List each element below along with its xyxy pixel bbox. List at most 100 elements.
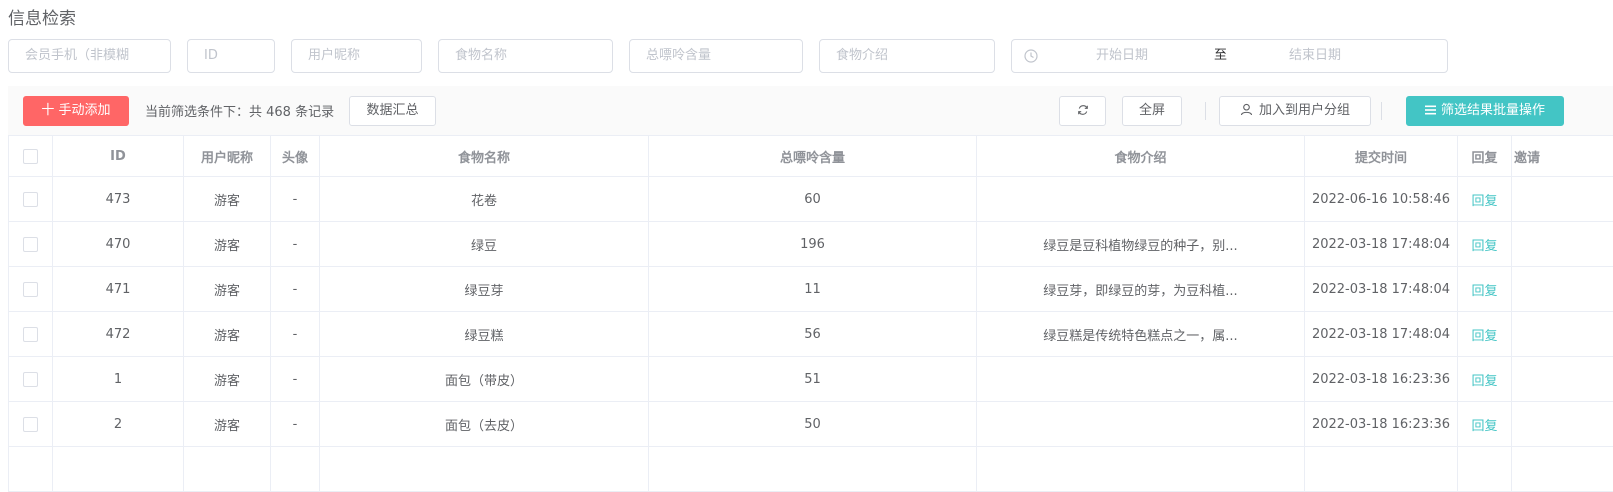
header-purine: 总嘌呤含量	[649, 136, 977, 177]
cell-food-name: 绿豆	[320, 222, 649, 267]
user-icon	[1240, 103, 1253, 116]
row-checkbox-cell[interactable]	[9, 267, 53, 312]
nickname-filter-input[interactable]: 用户昵称	[291, 39, 422, 73]
page-title: 信息检索	[8, 4, 76, 29]
row-checkbox-cell[interactable]	[9, 222, 53, 267]
header-extra: 邀请	[1512, 136, 1613, 177]
cell-avatar: -	[271, 222, 320, 267]
cell-extra	[1512, 312, 1613, 357]
cell-nickname: 游客	[184, 267, 271, 312]
record-count-text: 当前筛选条件下：共 468 条记录	[145, 101, 334, 120]
purine-filter-input[interactable]: 总嘌呤含量	[629, 39, 803, 73]
cell-nickname: 游客	[184, 177, 271, 222]
header-food-name: 食物名称	[320, 136, 649, 177]
cell-id	[53, 447, 184, 492]
records-table: ID 用户昵称 头像 食物名称 总嘌呤含量 食物介绍 提交时间 回复 邀请 47…	[8, 135, 1613, 492]
cell-intro: 绿豆糕是传统特色糕点之一，属...	[977, 312, 1305, 357]
id-filter-input[interactable]: ID	[187, 39, 275, 73]
row-checkbox-cell[interactable]	[9, 177, 53, 222]
reply-link[interactable]: 回复	[1471, 374, 1497, 389]
data-summary-button[interactable]: 数据汇总	[349, 96, 436, 126]
select-all-checkbox[interactable]	[23, 149, 38, 164]
cell-nickname	[184, 447, 271, 492]
cell-avatar: -	[271, 177, 320, 222]
reply-link[interactable]: 回复	[1471, 419, 1497, 434]
cell-extra	[1512, 402, 1613, 447]
row-checkbox-cell[interactable]	[9, 402, 53, 447]
reply-link[interactable]: 回复	[1471, 239, 1497, 254]
refresh-icon	[1077, 104, 1089, 116]
header-reply: 回复	[1458, 136, 1512, 177]
cell-reply: 回复	[1458, 177, 1512, 222]
cell-time: 2022-03-18 16:23:36	[1305, 402, 1458, 447]
cell-purine: 11	[649, 267, 977, 312]
row-checkbox[interactable]	[23, 417, 38, 432]
table-row: 471 游客 - 绿豆芽 11 绿豆芽，即绿豆的芽，为豆科植... 2022-0…	[9, 267, 1613, 312]
cell-reply: 回复	[1458, 357, 1512, 402]
cell-extra	[1512, 267, 1613, 312]
cell-id: 470	[53, 222, 184, 267]
cell-time: 2022-06-16 10:58:46	[1305, 177, 1458, 222]
add-to-user-group-button[interactable]: 加入到用户分组	[1219, 96, 1371, 126]
cell-id: 1	[53, 357, 184, 402]
fullscreen-button[interactable]: 全屏	[1122, 96, 1182, 126]
end-date-input[interactable]: 结束日期	[1289, 40, 1341, 72]
batch-operation-button[interactable]: 筛选结果批量操作	[1406, 96, 1564, 126]
batch-operation-label: 筛选结果批量操作	[1441, 103, 1545, 118]
start-date-input[interactable]: 开始日期	[1096, 40, 1148, 72]
cell-purine: 50	[649, 402, 977, 447]
manual-add-button[interactable]: 十 手动添加	[23, 96, 129, 126]
reply-link[interactable]: 回复	[1471, 329, 1497, 344]
cell-extra	[1512, 447, 1613, 492]
cell-id: 2	[53, 402, 184, 447]
table-row	[9, 447, 1613, 492]
cell-food-name: 面包（去皮）	[320, 402, 649, 447]
row-checkbox[interactable]	[23, 282, 38, 297]
cell-id: 472	[53, 312, 184, 357]
header-nickname: 用户昵称	[184, 136, 271, 177]
reply-link[interactable]: 回复	[1471, 284, 1497, 299]
cell-id: 471	[53, 267, 184, 312]
phone-filter-input[interactable]: 会员手机（非模糊	[8, 39, 171, 73]
row-checkbox[interactable]	[23, 327, 38, 342]
cell-nickname: 游客	[184, 402, 271, 447]
header-time: 提交时间	[1305, 136, 1458, 177]
cell-avatar: -	[271, 402, 320, 447]
cell-purine: 56	[649, 312, 977, 357]
table-row: 470 游客 - 绿豆 196 绿豆是豆科植物绿豆的种子，别... 2022-0…	[9, 222, 1613, 267]
row-checkbox-cell[interactable]	[9, 312, 53, 357]
reply-link[interactable]: 回复	[1471, 194, 1497, 209]
cell-food-name: 绿豆糕	[320, 312, 649, 357]
refresh-button[interactable]	[1059, 96, 1106, 126]
cell-purine: 196	[649, 222, 977, 267]
cell-food-name: 花卷	[320, 177, 649, 222]
cell-reply	[1458, 447, 1512, 492]
row-checkbox[interactable]	[23, 237, 38, 252]
cell-avatar: -	[271, 312, 320, 357]
header-intro: 食物介绍	[977, 136, 1305, 177]
toolbar-divider	[1205, 102, 1206, 120]
table-row: 472 游客 - 绿豆糕 56 绿豆糕是传统特色糕点之一，属... 2022-0…	[9, 312, 1613, 357]
row-checkbox[interactable]	[23, 192, 38, 207]
cell-time: 2022-03-18 17:48:04	[1305, 267, 1458, 312]
cell-reply: 回复	[1458, 312, 1512, 357]
cell-avatar	[271, 447, 320, 492]
cell-time: 2022-03-18 17:48:04	[1305, 312, 1458, 357]
cell-avatar: -	[271, 267, 320, 312]
cell-avatar: -	[271, 357, 320, 402]
row-checkbox[interactable]	[23, 372, 38, 387]
cell-intro	[977, 177, 1305, 222]
cell-food-name	[320, 447, 649, 492]
date-range-picker[interactable]: 开始日期 至 结束日期	[1011, 39, 1448, 73]
header-id: ID	[53, 136, 184, 177]
cell-purine: 60	[649, 177, 977, 222]
select-all-checkbox-cell[interactable]	[9, 136, 53, 177]
food-name-filter-input[interactable]: 食物名称	[438, 39, 613, 73]
cell-extra	[1512, 357, 1613, 402]
food-intro-filter-input[interactable]: 食物介绍	[819, 39, 995, 73]
date-separator: 至	[1214, 40, 1227, 72]
cell-nickname: 游客	[184, 222, 271, 267]
cell-reply: 回复	[1458, 267, 1512, 312]
cell-food-name: 绿豆芽	[320, 267, 649, 312]
row-checkbox-cell[interactable]	[9, 357, 53, 402]
